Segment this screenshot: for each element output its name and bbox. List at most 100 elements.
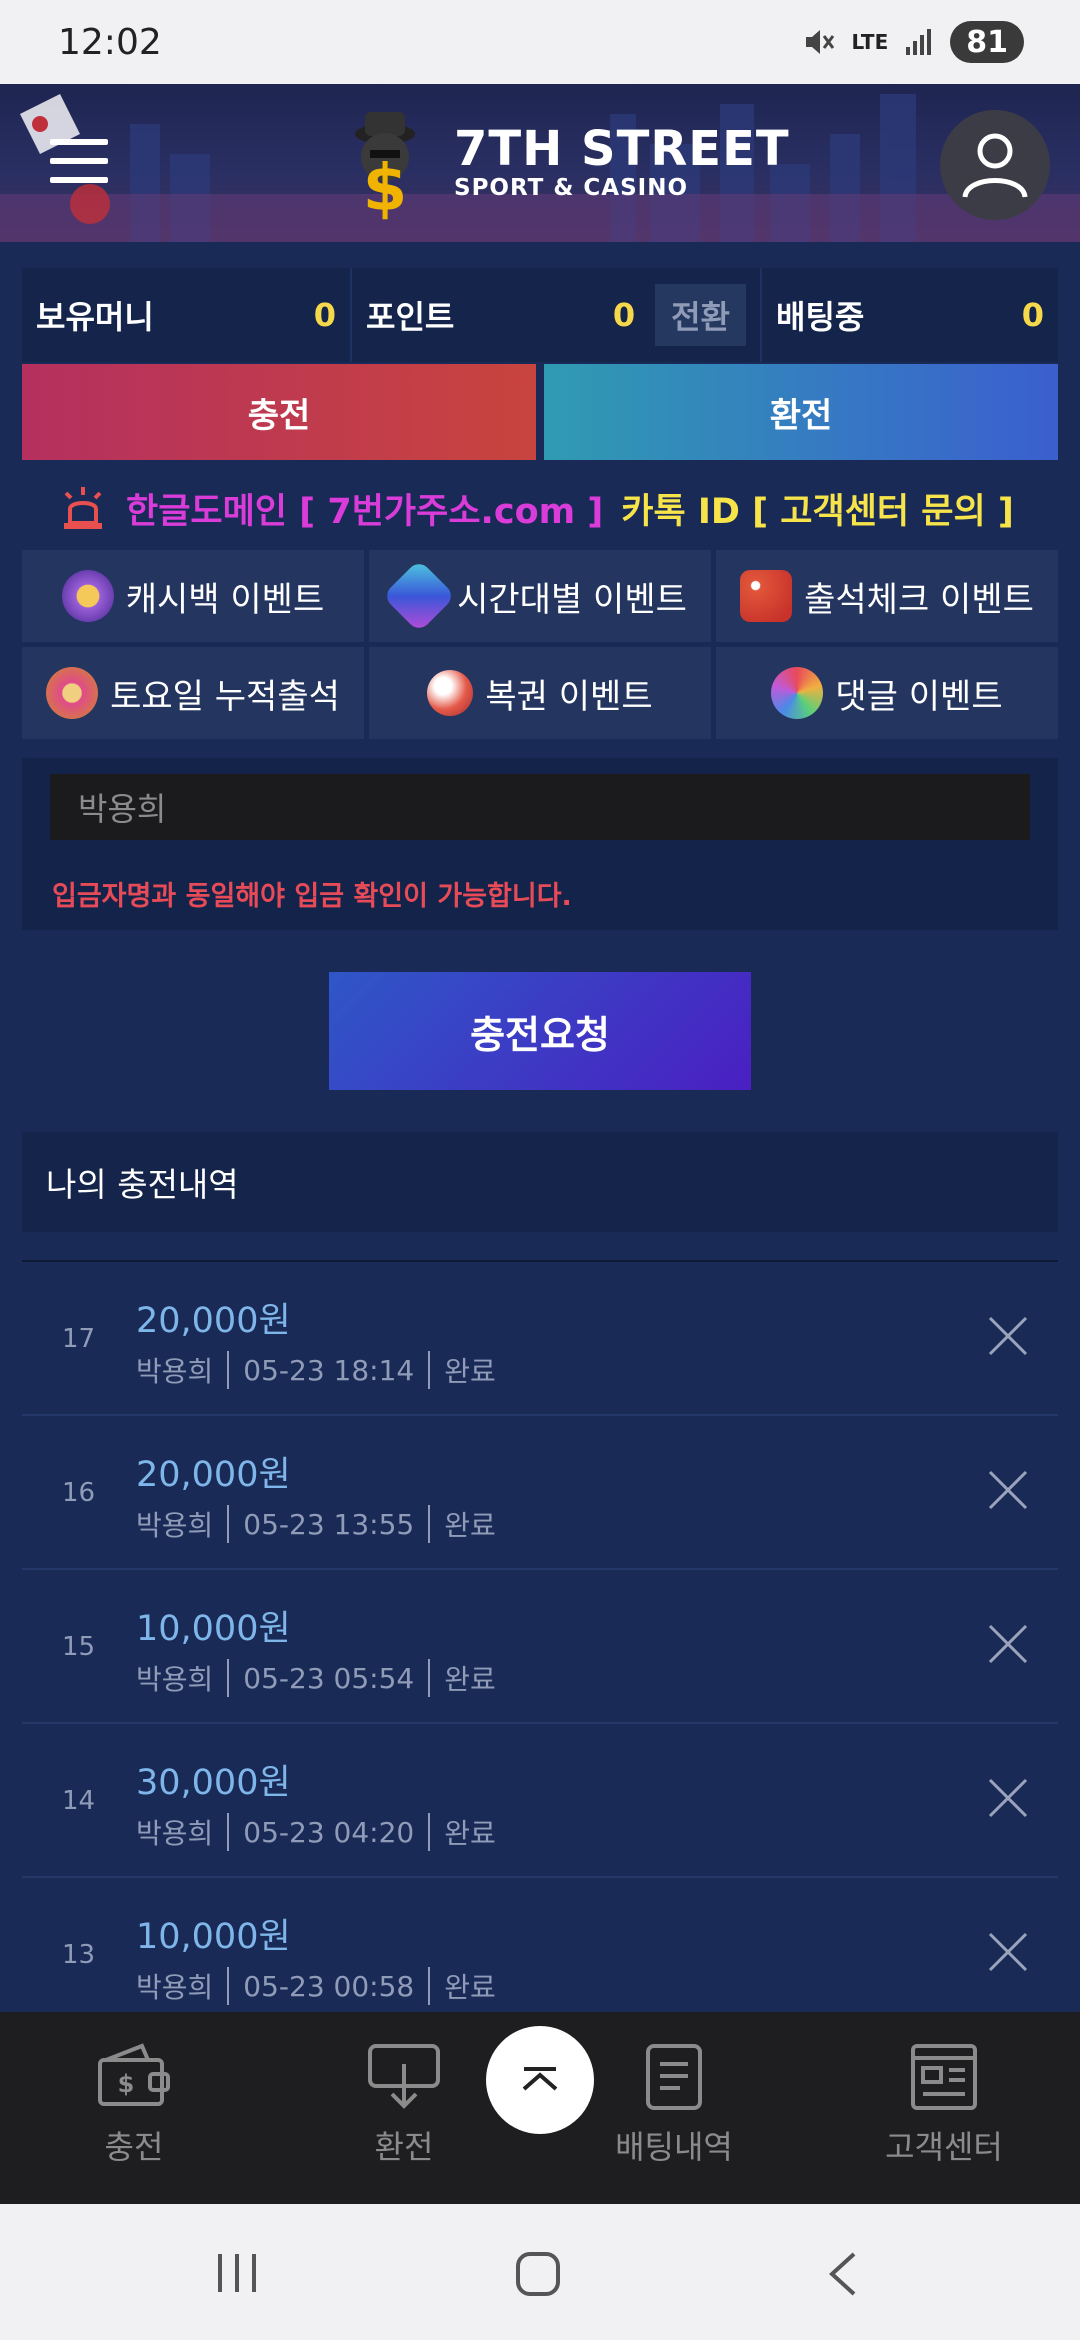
site-logo[interactable]: $ 7TH STREET SPORT & CASINO <box>330 102 790 222</box>
delete-icon[interactable] <box>986 1314 1030 1358</box>
mascot-logo-icon: $ <box>355 112 415 222</box>
withdraw-icon <box>368 2044 440 2109</box>
event-lottery-button[interactable]: 복권 이벤트 <box>369 647 711 739</box>
item-name: 박용희 <box>136 1355 214 1388</box>
event-grid: 캐시백 이벤트 시간대별 이벤트 출석체크 이벤트 토요일 누적출석 복권 이벤… <box>22 550 1058 744</box>
nav-exchange[interactable]: 환전 <box>304 2042 504 2168</box>
delete-icon[interactable] <box>986 1622 1030 1666</box>
item-amount: 10,000원 <box>136 1609 291 1649</box>
menu-button[interactable] <box>50 139 108 187</box>
delete-icon[interactable] <box>986 1468 1030 1512</box>
exchange-tab-button[interactable]: 환전 <box>544 364 1058 460</box>
point-label: 포인트 <box>366 298 455 336</box>
nav-charge[interactable]: $ 충전 <box>34 2042 234 2168</box>
item-time: 05-23 00:58 <box>243 1969 415 2003</box>
item-name: 박용희 <box>136 1509 214 1542</box>
item-status: 완료 <box>444 1971 496 2004</box>
point-balance: 포인트 0 전환 <box>352 268 762 362</box>
item-amount: 20,000원 <box>136 1301 291 1341</box>
event-label: 시간대별 이벤트 <box>457 579 687 620</box>
signal-icon <box>906 29 932 55</box>
status-bar: 12:02 LTE 81 <box>0 0 1080 84</box>
betting-label: 배팅중 <box>776 298 865 336</box>
depositor-warning: 입금자명과 동일해야 입금 확인이 가능합니다. <box>52 881 572 912</box>
event-cashback-button[interactable]: 캐시백 이벤트 <box>22 550 364 642</box>
coin-icon <box>61 570 114 622</box>
event-attendance-button[interactable]: 출석체크 이벤트 <box>716 550 1058 642</box>
depositor-section: 입금자명과 동일해야 입금 확인이 가능합니다. <box>22 758 1058 930</box>
charge-request-button[interactable]: 충전요청 <box>329 972 751 1090</box>
money-value: 0 <box>313 296 336 334</box>
nav-charge-label: 충전 <box>104 2128 164 2166</box>
item-time: 05-23 05:54 <box>243 1661 415 1695</box>
wallet-icon: $ <box>98 2043 170 2106</box>
user-profile-button[interactable] <box>940 110 1050 220</box>
item-number: 17 <box>62 1324 96 1354</box>
charge-tab-button[interactable]: 충전 <box>22 364 536 460</box>
chip-icon <box>46 667 99 719</box>
item-status: 완료 <box>444 1509 496 1542</box>
item-time: 05-23 18:14 <box>243 1353 415 1387</box>
ball-icon <box>427 670 474 716</box>
depositor-name-input[interactable] <box>50 774 1030 840</box>
delete-icon[interactable] <box>986 1930 1030 1974</box>
event-comment-button[interactable]: 댓글 이벤트 <box>716 647 1058 739</box>
chevron-up-icon <box>522 2067 558 2091</box>
history-list: 17 20,000원 박용희 05-23 18:14 완료 16 20,000원… <box>22 1262 1058 2032</box>
home-icon[interactable] <box>514 2250 562 2298</box>
list-item: 15 10,000원 박용희 05-23 05:54 완료 <box>22 1570 1058 1724</box>
nav-support[interactable]: 고객센터 <box>844 2042 1044 2168</box>
newspaper-icon <box>911 2044 977 2110</box>
item-status: 완료 <box>444 1355 496 1388</box>
event-label: 출석체크 이벤트 <box>804 579 1034 620</box>
item-amount: 30,000원 <box>136 1763 291 1803</box>
gem-icon <box>382 559 456 633</box>
event-label: 캐시백 이벤트 <box>125 579 325 620</box>
nav-bets[interactable]: 배팅내역 <box>574 2042 774 2168</box>
battery-indicator: 81 <box>950 21 1024 63</box>
dice-icon <box>740 570 793 622</box>
item-status: 완료 <box>444 1663 496 1696</box>
event-label: 토요일 누적출석 <box>110 676 340 717</box>
list-item: 16 20,000원 박용희 05-23 13:55 완료 <box>22 1416 1058 1570</box>
item-status: 완료 <box>444 1817 496 1850</box>
delete-icon[interactable] <box>986 1776 1030 1820</box>
domain-text: 한글도메인 [ 7번가주소.com ] <box>126 491 604 532</box>
domain-notice: 한글도메인 [ 7번가주소.com ] 카톡 ID [ 고객센터 문의 ] <box>58 476 1014 540</box>
event-saturday-button[interactable]: 토요일 누적출석 <box>22 647 364 739</box>
point-value: 0 <box>612 296 636 334</box>
convert-button[interactable]: 전환 <box>655 284 746 346</box>
event-label: 댓글 이벤트 <box>835 676 1003 717</box>
back-icon[interactable] <box>824 2250 860 2298</box>
site-header: $ 7TH STREET SPORT & CASINO <box>0 84 1080 242</box>
money-label: 보유머니 <box>36 298 154 336</box>
item-name: 박용희 <box>136 1971 214 2004</box>
item-time: 05-23 13:55 <box>243 1507 415 1541</box>
betting-value: 0 <box>1021 296 1044 334</box>
list-item: 17 20,000원 박용희 05-23 18:14 완료 <box>22 1262 1058 1416</box>
history-title: 나의 충전내역 <box>22 1132 1058 1232</box>
alarm-siren-icon <box>64 487 102 529</box>
event-timed-button[interactable]: 시간대별 이벤트 <box>369 550 711 642</box>
item-amount: 20,000원 <box>136 1455 291 1495</box>
nav-bets-label: 배팅내역 <box>615 2128 733 2166</box>
list-item: 13 10,000원 박용희 05-23 00:58 완료 <box>22 1878 1058 2032</box>
status-time: 12:02 <box>58 21 162 63</box>
user-icon <box>962 133 1028 198</box>
item-name: 박용희 <box>136 1817 214 1850</box>
item-time: 05-23 04:20 <box>243 1815 415 1849</box>
item-number: 13 <box>62 1940 96 1970</box>
list-item: 14 30,000원 박용희 05-23 04:20 완료 <box>22 1724 1058 1878</box>
bottom-navigation: $ 충전 환전 배팅내역 고객센터 <box>0 2012 1080 2204</box>
item-number: 14 <box>62 1786 96 1816</box>
kakao-id-text: 카톡 ID [ 고객센터 문의 ] <box>621 491 1014 532</box>
brand-subtitle: SPORT & CASINO <box>454 175 689 201</box>
nav-support-label: 고객센터 <box>885 2128 1003 2166</box>
wheel-icon <box>771 667 824 719</box>
system-navigation-bar <box>0 2204 1080 2340</box>
svg-text:$: $ <box>118 2070 135 2098</box>
recent-apps-icon[interactable] <box>214 2252 260 2294</box>
item-number: 16 <box>62 1478 96 1508</box>
betting-balance: 배팅중 0 <box>762 268 1058 362</box>
svg-text:$: $ <box>363 152 408 222</box>
